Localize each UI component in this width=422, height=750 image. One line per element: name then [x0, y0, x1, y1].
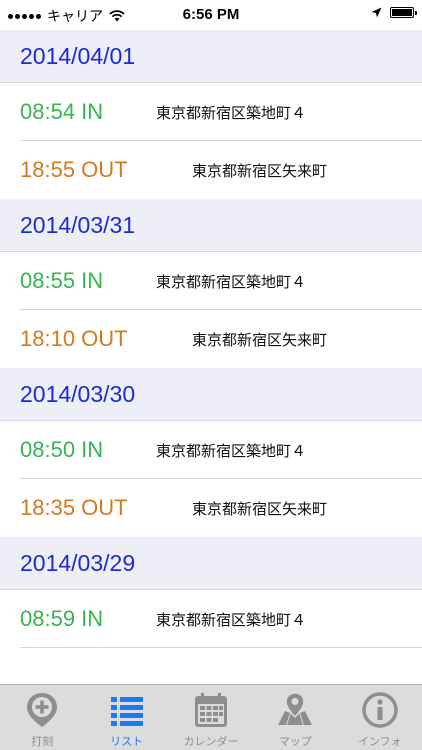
date-label: 2014/03/29	[20, 549, 136, 576]
date-label: 2014/03/30	[20, 380, 136, 407]
date-header: 2014/03/30	[0, 368, 422, 421]
plus-pin-icon	[27, 693, 58, 727]
in-location: 東京都新宿区築地町４	[156, 610, 307, 629]
tab-calendar[interactable]: カレンダー	[169, 685, 253, 750]
out-time: 18:10 OUT	[20, 326, 128, 351]
in-time: 08:59 IN	[20, 606, 104, 631]
tab-label: リスト	[110, 735, 144, 748]
tab-label: インフォ	[357, 735, 402, 748]
list-item-in[interactable]: 08:59 IN 東京都新宿区築地町４	[0, 590, 422, 648]
out-time: 18:35 OUT	[20, 495, 128, 520]
location-arrow-icon	[371, 7, 382, 18]
date-header: 2014/04/01	[0, 30, 422, 83]
list-item-out[interactable]: 18:35 OUT 東京都新宿区矢来町	[0, 479, 422, 537]
date-label: 2014/03/31	[20, 211, 136, 238]
out-location: 東京都新宿区矢来町	[192, 330, 328, 349]
tab-punch[interactable]: 打刻	[0, 685, 84, 750]
out-location: 東京都新宿区矢来町	[192, 161, 328, 180]
status-bar: キャリア 6:56 PM	[0, 0, 422, 30]
tab-label: カレンダー	[183, 735, 239, 748]
tab-bar: 打刻 リスト カレンダー マップ インフォ	[0, 684, 422, 750]
list-item-out[interactable]: 18:55 OUT 東京都新宿区矢来町	[0, 141, 422, 199]
in-location: 東京都新宿区築地町４	[156, 103, 307, 122]
battery-icon	[390, 7, 417, 18]
date-header: 2014/03/31	[0, 199, 422, 252]
tab-label: マップ	[278, 735, 312, 748]
in-location: 東京都新宿区築地町４	[156, 441, 307, 460]
map-icon	[278, 692, 313, 725]
status-right	[371, 7, 417, 18]
out-location: 東京都新宿区矢来町	[192, 499, 328, 518]
tab-label: 打刻	[31, 735, 54, 748]
tab-map[interactable]: マップ	[253, 685, 337, 750]
date-header: 2014/03/29	[0, 537, 422, 590]
in-location: 東京都新宿区築地町４	[156, 272, 307, 291]
info-icon	[362, 692, 398, 728]
calendar-icon	[195, 693, 228, 727]
list-item-in[interactable]: 08:54 IN 東京都新宿区築地町４	[0, 83, 422, 141]
list-item-in[interactable]: 08:50 IN 東京都新宿区築地町４	[0, 421, 422, 479]
in-time: 08:54 IN	[20, 99, 104, 124]
list-icon	[110, 697, 143, 726]
tab-list[interactable]: リスト	[84, 685, 168, 750]
in-time: 08:55 IN	[20, 268, 104, 293]
out-time: 18:55 OUT	[20, 157, 128, 182]
list-item-out[interactable]: 18:10 OUT 東京都新宿区矢来町	[0, 310, 422, 368]
in-time: 08:50 IN	[20, 437, 104, 462]
app-screen: キャリア 6:56 PM 2014/04/01 08:54 IN 東京都新宿区築…	[0, 0, 422, 750]
date-label: 2014/04/01	[20, 42, 136, 69]
list-item-in[interactable]: 08:55 IN 東京都新宿区築地町４	[0, 252, 422, 310]
tab-info[interactable]: インフォ	[338, 685, 422, 750]
status-time: 6:56 PM	[182, 6, 240, 23]
punch-list: 2014/04/01 08:54 IN 東京都新宿区築地町４ 18:55 OUT…	[0, 30, 422, 706]
